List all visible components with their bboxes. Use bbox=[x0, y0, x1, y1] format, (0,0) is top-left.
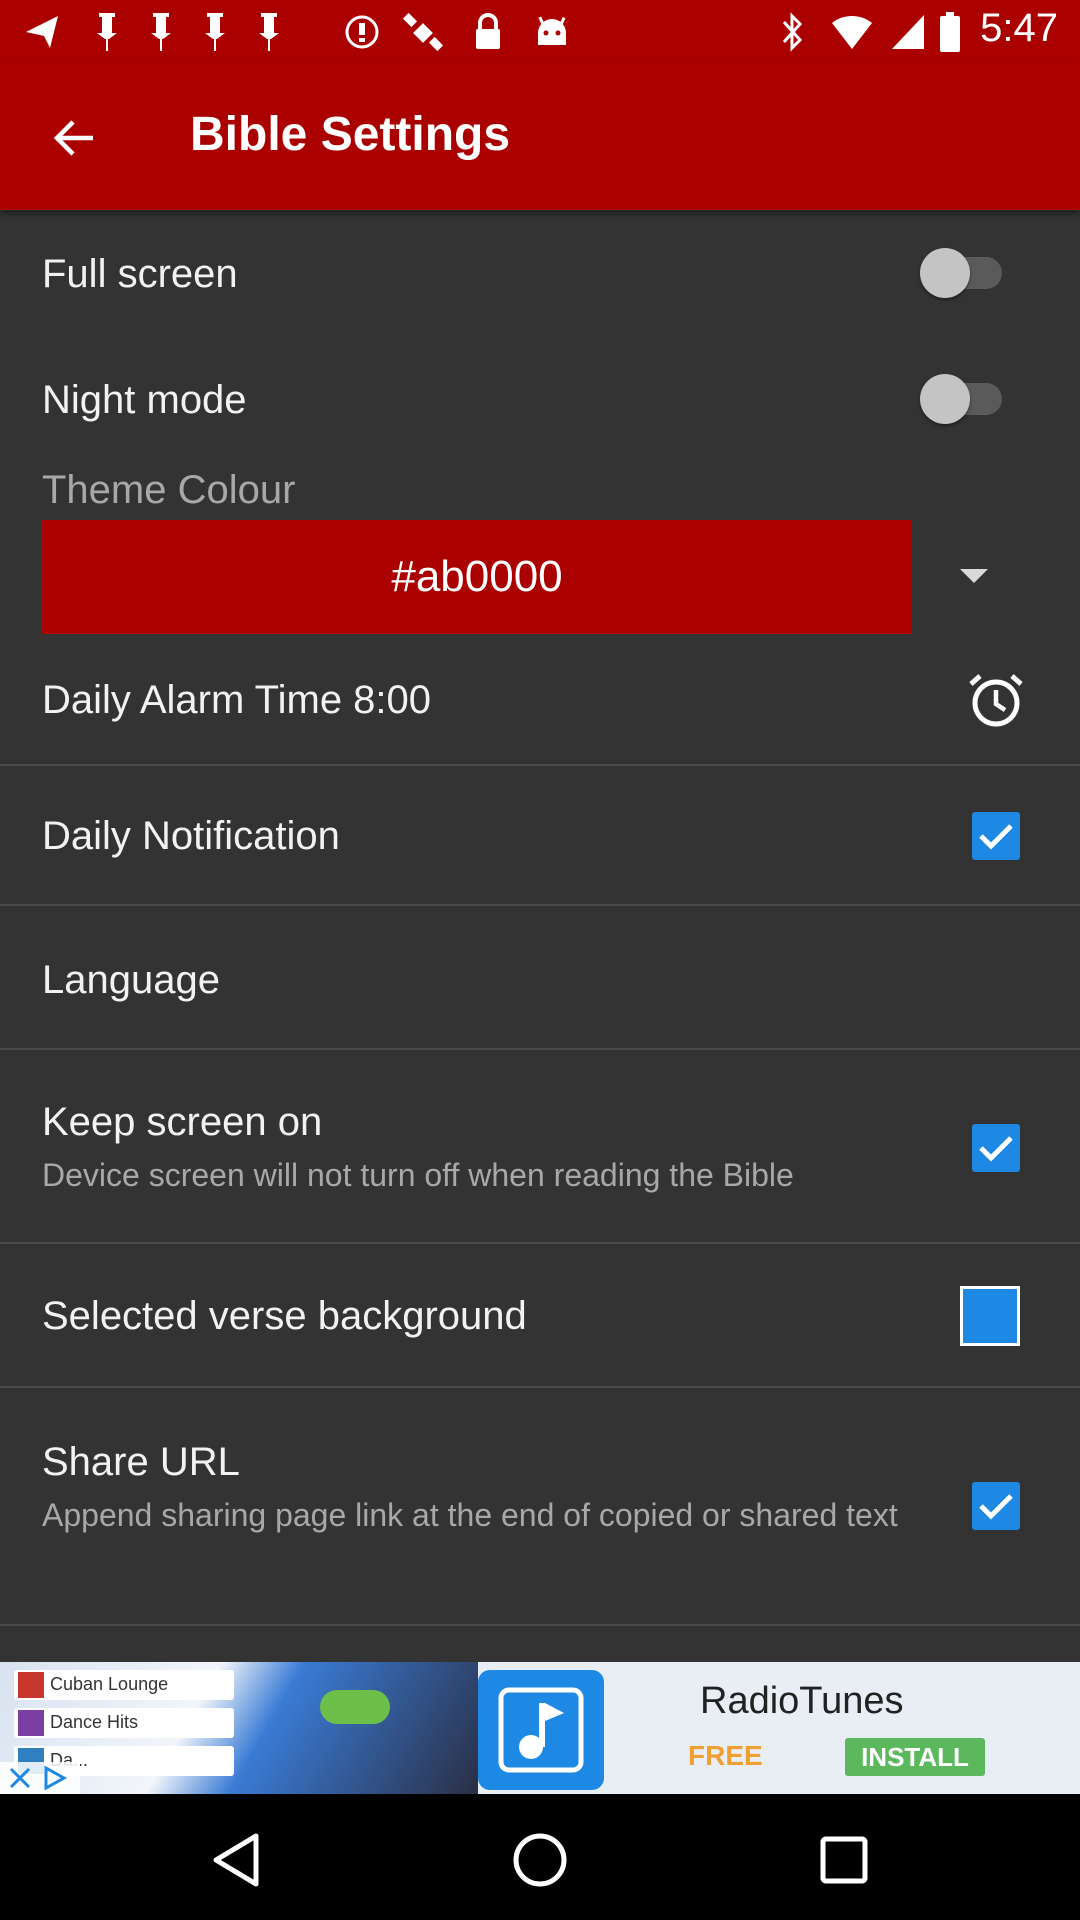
selected-verse-background-label: Selected verse background bbox=[42, 1294, 527, 1338]
signal-icon bbox=[888, 10, 928, 54]
keep-screen-on-label: Keep screen on bbox=[42, 1100, 323, 1144]
battery-icon bbox=[938, 10, 962, 54]
pause-icon bbox=[320, 1690, 390, 1724]
app-toolbar: Bible Settings bbox=[0, 63, 1080, 210]
ad-install-button[interactable]: INSTALL bbox=[845, 1738, 985, 1776]
navigation-bar bbox=[0, 1794, 1080, 1920]
check-icon bbox=[979, 1136, 1013, 1162]
dropdown-arrow-icon[interactable] bbox=[960, 569, 988, 583]
setting-daily-notification[interactable]: Daily Notification bbox=[0, 766, 1080, 904]
full-screen-switch[interactable] bbox=[920, 248, 1010, 298]
recents-square-icon[interactable] bbox=[804, 1820, 884, 1900]
setting-keep-screen-on[interactable]: Keep screen on Device screen will not tu… bbox=[0, 1050, 1080, 1242]
status-bar: 5:47 bbox=[0, 0, 1080, 63]
pin-icon bbox=[254, 10, 284, 54]
radiotunes-logo bbox=[478, 1670, 604, 1790]
bluetooth-icon bbox=[778, 10, 808, 54]
night-mode-label: Night mode bbox=[42, 378, 247, 422]
satellite-icon bbox=[400, 10, 450, 54]
share-url-label: Share URL bbox=[42, 1440, 240, 1484]
back-triangle-icon[interactable] bbox=[196, 1820, 276, 1900]
android-icon bbox=[532, 10, 572, 54]
setting-language[interactable]: Language bbox=[0, 906, 1080, 1048]
pin-icon bbox=[92, 10, 122, 54]
daily-alarm-label: Daily Alarm Time 8:00 bbox=[42, 678, 432, 722]
pin-icon bbox=[146, 10, 176, 54]
setting-night-mode[interactable]: Night mode bbox=[0, 336, 1080, 462]
alarm-clock-icon[interactable] bbox=[966, 670, 1026, 730]
verse-background-swatch[interactable] bbox=[960, 1286, 1020, 1346]
daily-notification-label: Daily Notification bbox=[42, 814, 340, 858]
ad-banner[interactable]: Cuban Lounge Dance Hits Da... RadioTunes… bbox=[0, 1662, 1080, 1794]
keep-screen-on-checkbox[interactable] bbox=[972, 1124, 1020, 1172]
ad-free-label: FREE bbox=[688, 1740, 763, 1771]
status-time: 5:47 bbox=[980, 6, 1058, 50]
share-url-description: Append sharing page link at the end of c… bbox=[42, 1497, 898, 1533]
wifi-icon bbox=[828, 10, 876, 54]
divider bbox=[0, 1624, 1080, 1626]
check-icon bbox=[979, 824, 1013, 850]
alert-icon bbox=[342, 10, 382, 54]
daily-notification-checkbox[interactable] bbox=[972, 812, 1020, 860]
navigation-icon bbox=[20, 10, 64, 54]
night-mode-switch[interactable] bbox=[920, 374, 1010, 424]
setting-daily-alarm[interactable]: Daily Alarm Time 8:00 bbox=[0, 636, 1080, 764]
ad-close-controls[interactable] bbox=[0, 1762, 80, 1794]
page-title: Bible Settings bbox=[190, 108, 511, 161]
ad-title: RadioTunes bbox=[700, 1680, 904, 1722]
full-screen-label: Full screen bbox=[42, 252, 238, 296]
setting-full-screen[interactable]: Full screen bbox=[0, 210, 1080, 336]
back-button[interactable] bbox=[28, 103, 118, 173]
setting-selected-verse-background[interactable]: Selected verse background bbox=[0, 1244, 1080, 1386]
close-icon bbox=[9, 1767, 31, 1789]
arrow-back-icon bbox=[53, 120, 93, 156]
lock-icon bbox=[470, 10, 506, 54]
pin-icon bbox=[200, 10, 230, 54]
setting-share-url[interactable]: Share URL Append sharing page link at th… bbox=[0, 1388, 1080, 1624]
ad-choices-icon bbox=[44, 1765, 68, 1791]
keep-screen-on-description: Device screen will not turn off when rea… bbox=[42, 1157, 794, 1193]
theme-colour-label: Theme Colour bbox=[42, 468, 296, 512]
ad-row-label: Dance Hits bbox=[50, 1712, 139, 1732]
theme-colour-select[interactable]: #ab0000 bbox=[42, 520, 912, 634]
ad-row-label: Cuban Lounge bbox=[50, 1674, 169, 1694]
share-url-checkbox[interactable] bbox=[972, 1482, 1020, 1530]
check-icon bbox=[979, 1494, 1013, 1520]
home-circle-icon[interactable] bbox=[500, 1820, 580, 1900]
language-label: Language bbox=[42, 958, 220, 1002]
